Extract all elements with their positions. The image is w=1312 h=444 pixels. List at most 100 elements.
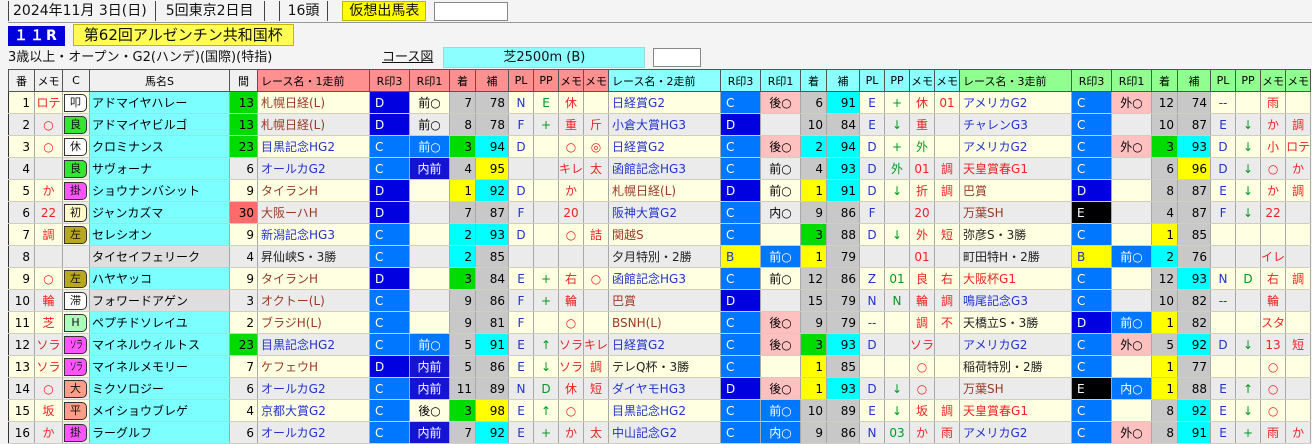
race-name-2[interactable]: 函館記念HG3 — [608, 157, 722, 180]
horse-name[interactable]: ミクソロジー — [89, 377, 230, 400]
race-name-1[interactable]: 昇仙峡S・3勝 — [257, 245, 370, 268]
hosei-value-3: 77 — [1177, 355, 1212, 378]
horse-name[interactable]: セレシオン — [89, 223, 230, 246]
pl-mark-2 — [859, 355, 886, 378]
r-mark3-1: D — [369, 201, 410, 224]
race-name-3[interactable]: 天皇賞春G1 — [959, 157, 1073, 180]
race-name-1[interactable]: オールカG2 — [257, 157, 370, 180]
course-map-link[interactable]: コース図 — [382, 50, 433, 65]
race-name-1[interactable]: 札幌日経(L) — [257, 113, 370, 136]
horse-name[interactable]: ジャンカズマ — [89, 201, 230, 224]
race-name-2[interactable]: 札幌日経(L) — [608, 179, 722, 202]
pp-mark-2: N — [884, 289, 911, 312]
finish-position-2: 9 — [800, 421, 828, 444]
race-name-3[interactable]: 稲荷特別・2勝 — [959, 355, 1073, 378]
pl-mark-1: D — [508, 179, 534, 202]
memo2-2 — [934, 135, 961, 158]
virtual-card-badge[interactable]: 仮想出馬表 — [342, 1, 427, 21]
horse-name[interactable]: アドマイヤハレー — [89, 91, 230, 114]
race-name-3[interactable]: 鳴尾記念G3 — [959, 289, 1073, 312]
header-input-box[interactable] — [434, 1, 509, 21]
pp-mark-2: ↓ — [884, 113, 911, 136]
memo2-3 — [1285, 355, 1312, 378]
race-name-3[interactable]: アメリカG2 — [959, 421, 1073, 444]
waku-number: 8 — [8, 245, 35, 268]
race-name-3[interactable]: 巴賞 — [959, 179, 1073, 202]
r-mark1-1 — [409, 245, 450, 268]
horse-name[interactable]: マイネルメモリー — [89, 355, 230, 378]
finish-position-1: 4 — [449, 157, 476, 180]
race-name-3[interactable]: 大阪杯G1 — [959, 267, 1073, 290]
race-name-3[interactable]: 天橋立S・3勝 — [959, 311, 1073, 334]
race-name-3[interactable]: 万葉SH — [959, 377, 1073, 400]
horse-name[interactable]: マイネルウィルトス — [89, 333, 230, 356]
horse-name[interactable]: フォワードアゲン — [89, 289, 230, 312]
race-name-3[interactable]: 万葉SH — [959, 201, 1073, 224]
race-name-3[interactable]: アメリカG2 — [959, 91, 1073, 114]
race-name-1[interactable]: ブラジH(L) — [257, 311, 370, 334]
finish-position-2: 3 — [800, 223, 828, 246]
pp-mark-3 — [1235, 289, 1262, 312]
race-name-3[interactable]: チャレンG3 — [959, 113, 1073, 136]
race-name-3[interactable]: アメリカG2 — [959, 333, 1073, 356]
horse-name[interactable]: アドマイヤビルゴ — [89, 113, 230, 136]
race-name-3[interactable]: 町田特H・2勝 — [959, 245, 1073, 268]
race-name-1[interactable]: 札幌日経(L) — [257, 91, 370, 114]
race-name-1[interactable]: 目黒記念HG2 — [257, 135, 370, 158]
hosei-value-1: 86 — [475, 355, 509, 378]
pl-mark-1 — [508, 245, 534, 268]
race-name-1[interactable]: 大阪ーハH — [257, 201, 370, 224]
race-name-1[interactable]: 目黒記念HG2 — [257, 333, 370, 356]
horse-name[interactable]: ラーグルフ — [89, 421, 230, 444]
race-name-2[interactable]: テレQ杯・3勝 — [608, 355, 722, 378]
race-name-2[interactable]: 阪神大賞G2 — [608, 201, 722, 224]
race-name-2[interactable]: 日経賞G2 — [608, 333, 722, 356]
course-distance: 芝2500m (B) — [443, 47, 646, 68]
r-mark1-2 — [760, 355, 802, 378]
r-mark1-3 — [1111, 157, 1153, 180]
race-name-2[interactable]: 日経賞G2 — [608, 91, 722, 114]
race-name-2[interactable]: BSNH(L) — [608, 311, 722, 334]
r-mark1-1: 内前 — [409, 377, 450, 400]
race-name-2[interactable]: 日経賞G2 — [608, 135, 722, 158]
race-name-2[interactable]: 函館記念HG3 — [608, 267, 722, 290]
horse-name[interactable]: サヴォーナ — [89, 157, 230, 180]
race-name-2[interactable]: 巴賞 — [608, 289, 722, 312]
horse-name[interactable]: メイショウブレゲ — [89, 399, 230, 422]
race-name-1[interactable]: オールカG2 — [257, 377, 370, 400]
race-name-3[interactable]: 弥彦S・3勝 — [959, 223, 1073, 246]
race-name-2[interactable]: 小倉大賞HG3 — [608, 113, 722, 136]
horse-name[interactable]: ショウナンバシット — [89, 179, 230, 202]
r-mark3-1: C — [369, 333, 410, 356]
horse-name[interactable]: タイセイフェリーク — [89, 245, 230, 268]
pl-mark-1: F — [508, 201, 534, 224]
race-name-1[interactable]: オクトー(L) — [257, 289, 370, 312]
race-name-1[interactable]: 新潟記念HG3 — [257, 223, 370, 246]
memo1-3: 小 — [1260, 135, 1287, 158]
horse-name[interactable]: ハヤヤッコ — [89, 267, 230, 290]
memo2-1 — [583, 289, 610, 312]
horse-name[interactable]: ペプチドソレイユ — [89, 311, 230, 334]
race-conditions: 3歳以上・オープン・G2(ハンデ)(国際)(特指) — [8, 50, 273, 65]
horse-name[interactable]: クロミナンス — [89, 135, 230, 158]
race-name-3[interactable]: アメリカG2 — [959, 135, 1073, 158]
race-name-1[interactable]: タイランH — [257, 267, 370, 290]
pp-mark-3: + — [1235, 421, 1262, 444]
course-note-box[interactable] — [653, 48, 702, 67]
race-name-1[interactable]: オールカG2 — [257, 421, 370, 444]
race-name-1[interactable]: ケフェウH — [257, 355, 370, 378]
hosei-value-2: 85 — [826, 355, 861, 378]
race-name-1[interactable]: タイランH — [257, 179, 370, 202]
race-name-2[interactable]: ダイヤモHG3 — [608, 377, 722, 400]
r-mark1-3 — [1111, 355, 1153, 378]
horse-memo — [34, 245, 63, 268]
r-mark1-2: 後○ — [760, 377, 802, 400]
r-mark3-2: D — [720, 179, 762, 202]
race-name-2[interactable]: 夕月特別・2勝 — [608, 245, 722, 268]
race-name-2[interactable]: 目黒記念HG2 — [608, 399, 722, 422]
race-name-2[interactable]: 関越S — [608, 223, 722, 246]
condition-tag: 掛 — [64, 181, 87, 200]
race-name-1[interactable]: 京都大賞G2 — [257, 399, 370, 422]
race-name-2[interactable]: 中山記念G2 — [608, 421, 722, 444]
race-name-3[interactable]: 天皇賞春G1 — [959, 399, 1073, 422]
